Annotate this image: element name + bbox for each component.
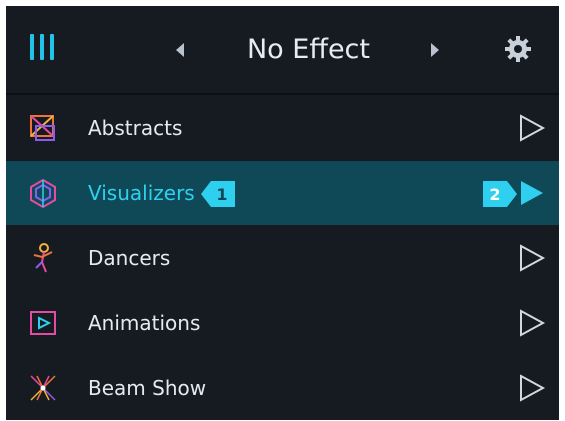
play-icon[interactable] — [517, 308, 547, 338]
current-effect-title: No Effect — [246, 34, 370, 65]
step-badge-2: 2 — [483, 181, 517, 207]
svg-text:1: 1 — [216, 185, 227, 204]
menu-item-label: Dancers — [88, 246, 171, 270]
header-divider — [6, 93, 559, 95]
gear-icon[interactable] — [503, 34, 533, 64]
abstracts-icon — [30, 115, 55, 141]
play-icon[interactable] — [517, 113, 547, 143]
step-badge-1: 1 — [201, 181, 235, 207]
menu-item-label: Abstracts — [88, 116, 183, 140]
menu-item-animations[interactable]: Animations — [6, 291, 559, 355]
right-arrow-icon[interactable] — [424, 39, 446, 61]
menu-item-label: Visualizers — [88, 181, 195, 205]
menu-item-visualizers[interactable]: Visualizers 1 2 — [6, 161, 559, 225]
svg-text:2: 2 — [489, 185, 500, 204]
effects-panel: No Effect Abstracts Visualizers 1 2 Danc… — [6, 6, 559, 420]
play-icon[interactable] — [517, 243, 547, 273]
menu-item-dancers[interactable]: Dancers — [6, 226, 559, 290]
play-icon[interactable] — [517, 178, 547, 208]
animations-icon — [30, 311, 56, 335]
menu-item-abstracts[interactable]: Abstracts — [6, 96, 559, 160]
menu-bars-icon[interactable] — [30, 34, 60, 64]
dancers-icon — [33, 243, 53, 273]
menu-item-label: Beam Show — [88, 376, 207, 400]
menu-item-label: Animations — [88, 311, 201, 335]
menu-item-beam-show[interactable]: Beam Show — [6, 356, 559, 420]
beam-show-icon — [30, 375, 56, 401]
header-bar: No Effect — [6, 6, 559, 93]
play-icon[interactable] — [517, 373, 547, 403]
left-arrow-icon[interactable] — [169, 39, 191, 61]
visualizers-icon — [30, 178, 56, 209]
